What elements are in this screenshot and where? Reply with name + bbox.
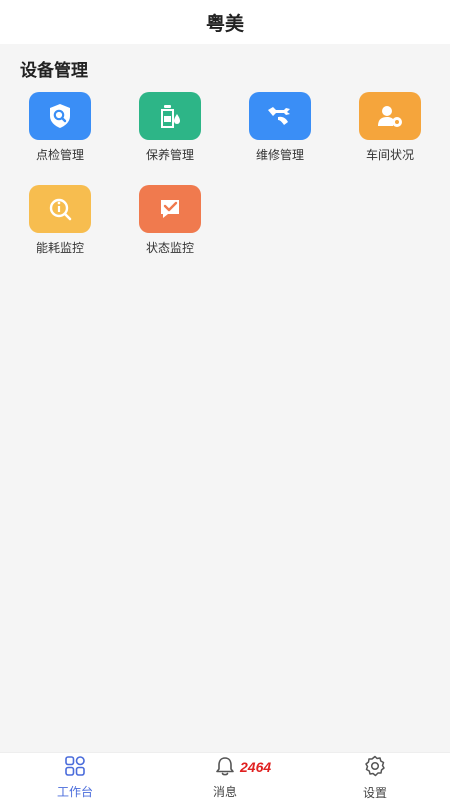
tab-messages[interactable]: 消息 [150, 753, 300, 801]
tile-label: 状态监控 [145, 241, 194, 255]
message-count-badge: 2464 [240, 759, 272, 775]
tab-label: 工作台 [56, 784, 93, 799]
magnifier-info-icon [29, 185, 91, 233]
tab-settings[interactable]: 设置 [300, 753, 450, 801]
function-grid: 点检管理 保养管理 维修管理 车间状况 能耗监控 状态监控 [0, 92, 450, 256]
oil-bottle-icon [139, 92, 201, 140]
page-title: 粤美 [205, 12, 244, 35]
bell-icon [214, 755, 236, 781]
tile-label: 保养管理 [145, 148, 194, 162]
tile-workshop-status[interactable]: 车间状况 [335, 92, 445, 163]
tile-status-monitor[interactable]: 状态监控 [115, 185, 225, 256]
tile-repair[interactable]: 维修管理 [225, 92, 335, 163]
tile-label: 能耗监控 [35, 241, 84, 255]
app-header: 粤美 [0, 0, 450, 44]
shield-search-icon [29, 92, 91, 140]
bottom-tab-bar: 工作台 消息 设置 2464 [0, 752, 450, 801]
tile-maintenance[interactable]: 保养管理 [115, 92, 225, 163]
tile-inspection[interactable]: 点检管理 [5, 92, 115, 163]
tile-label: 车间状况 [365, 148, 414, 162]
tab-workbench[interactable]: 工作台 [0, 753, 150, 801]
gear-icon [363, 754, 387, 782]
user-gear-icon [359, 92, 421, 140]
tile-label: 点检管理 [35, 148, 84, 162]
tile-energy-monitor[interactable]: 能耗监控 [5, 185, 115, 256]
tab-label: 设置 [362, 785, 387, 800]
section-title: 设备管理 [20, 61, 88, 81]
flag-check-icon [139, 185, 201, 233]
wrench-icon [249, 92, 311, 140]
tab-label: 消息 [212, 784, 237, 799]
tile-label: 维修管理 [255, 148, 304, 162]
grid-icon [64, 755, 86, 781]
